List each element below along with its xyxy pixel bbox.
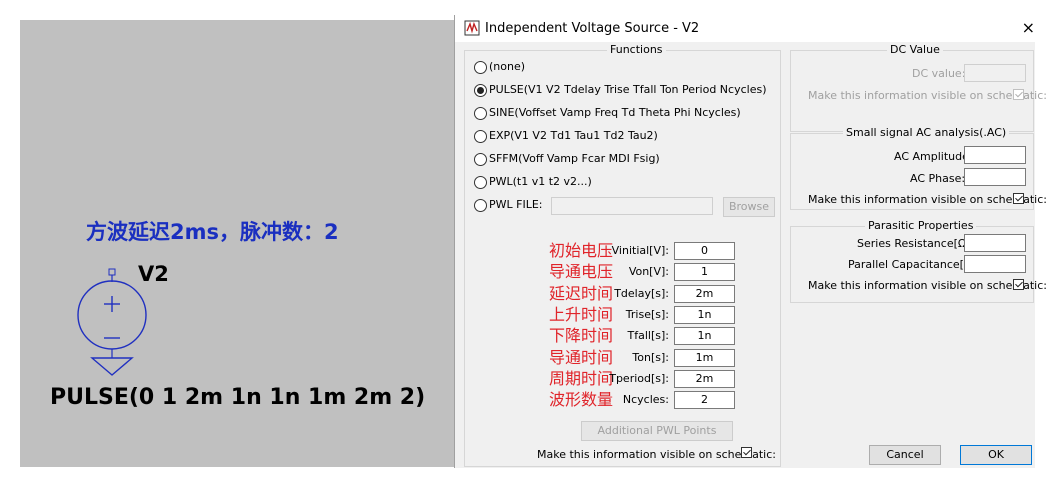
- series-resistance-input[interactable]: [964, 234, 1026, 252]
- param-label-1: Von[V]:: [628, 265, 669, 278]
- param-annotation-1: 导通电压: [549, 262, 614, 281]
- component-name[interactable]: V2: [138, 262, 169, 286]
- param-input-6[interactable]: 2m: [674, 370, 735, 388]
- functions-group-title: Functions: [607, 43, 666, 56]
- param-input-3[interactable]: 1n: [674, 306, 735, 324]
- dc-value-group-title: DC Value: [887, 43, 943, 56]
- schematic-canvas[interactable]: 方波延迟2ms，脉冲数：2 V2 PULSE(0 1 2m 1n 1n 1m 2…: [20, 20, 454, 467]
- function-radio-label-4[interactable]: SFFM(Voff Vamp Fcar MDI Fsig): [489, 152, 660, 165]
- param-annotation-4: 下降时间: [549, 326, 614, 345]
- param-input-5[interactable]: 1m: [674, 349, 735, 367]
- ac-analysis-group-title: Small signal AC analysis(.AC): [843, 126, 1010, 139]
- cancel-button[interactable]: Cancel: [869, 445, 941, 465]
- ac-amplitude-input[interactable]: [964, 146, 1026, 164]
- param-label-0: Vinitial[V]:: [611, 244, 669, 257]
- param-label-4: Tfall[s]:: [627, 329, 669, 342]
- close-button[interactable]: ×: [1021, 18, 1035, 38]
- parallel-capacitance-input[interactable]: [964, 255, 1026, 273]
- function-radio-label-6[interactable]: PWL FILE:: [489, 198, 543, 211]
- parasitic-group-title: Parasitic Properties: [865, 219, 977, 232]
- ok-button[interactable]: OK: [960, 445, 1032, 465]
- function-radio-2[interactable]: [474, 107, 487, 120]
- ac-phase-input[interactable]: [964, 168, 1026, 186]
- additional-pwl-points-button: Additional PWL Points: [581, 421, 733, 441]
- param-input-4[interactable]: 1n: [674, 327, 735, 345]
- ac-visible-label: Make this information visible on schemat…: [808, 193, 1047, 206]
- ac-visible-checkbox[interactable]: [1013, 193, 1024, 204]
- voltage-source-dialog: Independent Voltage Source - V2 × Functi…: [454, 15, 1047, 468]
- browse-button: Browse: [723, 197, 775, 217]
- functions-visible-checkbox[interactable]: [741, 447, 752, 458]
- param-annotation-7: 波形数量: [549, 390, 614, 409]
- ltspice-app-icon: [464, 20, 480, 36]
- function-radio-label-0[interactable]: (none): [489, 60, 525, 73]
- parallel-capacitance-label: Parallel Capacitance[F]:: [848, 258, 979, 271]
- series-resistance-label: Series Resistance[Ω]:: [857, 237, 975, 250]
- dc-value-label: DC value:: [912, 67, 966, 80]
- param-input-7[interactable]: 2: [674, 391, 735, 409]
- param-label-6: Tperiod[s]:: [609, 372, 669, 385]
- function-radio-0[interactable]: [474, 61, 487, 74]
- dc-visible-checkbox: [1013, 89, 1024, 100]
- schematic-note-text[interactable]: 方波延迟2ms，脉冲数：2: [86, 216, 339, 246]
- function-radio-label-3[interactable]: EXP(V1 V2 Td1 Tau1 Td2 Tau2): [489, 129, 658, 142]
- param-label-3: Trise[s]:: [625, 308, 669, 321]
- ac-phase-label: AC Phase:: [910, 172, 966, 185]
- param-input-0[interactable]: 0: [674, 242, 735, 260]
- parasitic-visible-checkbox[interactable]: [1013, 279, 1024, 290]
- ac-amplitude-label: AC Amplitude:: [894, 150, 973, 163]
- dc-value-input: [964, 64, 1026, 82]
- function-radio-label-1[interactable]: PULSE(V1 V2 Tdelay Trise Tfall Ton Perio…: [489, 83, 767, 96]
- dialog-titlebar[interactable]: Independent Voltage Source - V2 ×: [455, 15, 1035, 42]
- dc-visible-label: Make this information visible on schemat…: [808, 89, 1047, 102]
- param-input-1[interactable]: 1: [674, 263, 735, 281]
- function-radio-label-5[interactable]: PWL(t1 v1 t2 v2...): [489, 175, 592, 188]
- function-radio-5[interactable]: [474, 176, 487, 189]
- param-label-2: Tdelay[s]:: [614, 287, 669, 300]
- component-value[interactable]: PULSE(0 1 2m 1n 1n 1m 2m 2): [50, 385, 425, 410]
- function-radio-1[interactable]: [474, 84, 487, 97]
- function-radio-6[interactable]: [474, 199, 487, 212]
- parasitic-visible-label: Make this information visible on schemat…: [808, 279, 1047, 292]
- function-radio-4[interactable]: [474, 153, 487, 166]
- param-label-5: Ton[s]:: [632, 351, 669, 364]
- param-label-7: Ncycles:: [622, 393, 669, 406]
- dialog-title: Independent Voltage Source - V2: [485, 21, 700, 36]
- pwl-file-path-input: [551, 197, 713, 215]
- param-input-2[interactable]: 2m: [674, 285, 735, 303]
- function-radio-3[interactable]: [474, 130, 487, 143]
- function-radio-label-2[interactable]: SINE(Voffset Vamp Freq Td Theta Phi Ncyc…: [489, 106, 741, 119]
